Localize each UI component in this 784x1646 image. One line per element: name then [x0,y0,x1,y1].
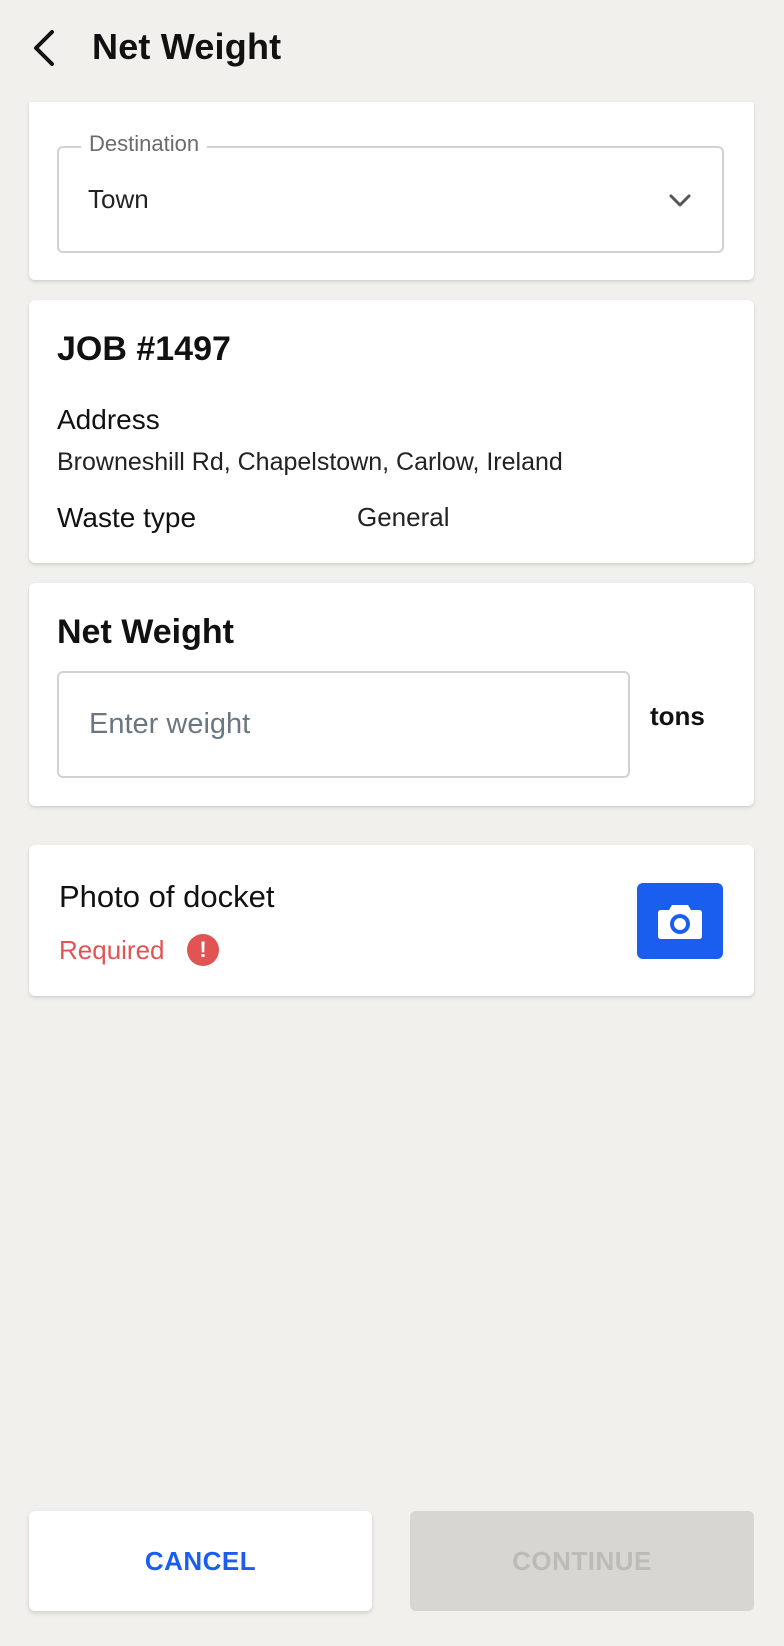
destination-card: Destination Town [29,102,754,280]
destination-value: Town [88,184,149,214]
photo-docket-card: Photo of docket Required ! [29,845,754,996]
cancel-button[interactable]: CANCEL [29,1511,372,1611]
job-card: JOB #1497 Address Browneshill Rd, Chapel… [29,300,754,563]
waste-type-value: General [357,502,450,532]
photo-docket-title: Photo of docket [59,879,275,914]
continue-button[interactable]: CONTINUE [410,1511,754,1611]
chevron-down-icon [669,194,691,207]
weight-unit-label: tons [650,701,705,731]
destination-select[interactable]: Destination Town [57,131,724,253]
address-value: Browneshill Rd, Chapelstown, Carlow, Ire… [57,448,563,476]
back-button[interactable] [20,24,68,72]
weight-input[interactable] [57,671,630,778]
waste-type-label: Waste type [57,502,197,533]
error-exclamation-icon: ! [187,934,219,966]
camera-icon [658,905,702,939]
job-title: JOB #1497 [57,330,231,368]
net-weight-card: Net Weight tons [29,583,754,806]
camera-button[interactable] [637,883,723,959]
chevron-left-icon [34,30,54,66]
destination-label: Destination [81,131,208,157]
address-label: Address [57,404,160,435]
required-label: Required [59,935,165,965]
app-header: Net Weight [0,0,784,100]
net-weight-title: Net Weight [57,613,234,651]
page-title: Net Weight [92,26,282,67]
